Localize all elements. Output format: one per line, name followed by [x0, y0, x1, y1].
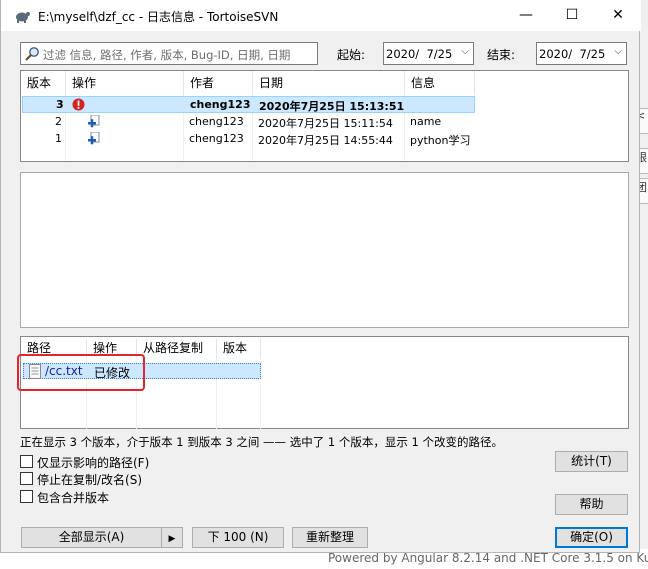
- from-date-label: 起始:: [337, 48, 366, 62]
- revision-list[interactable]: 版本 操作 作者 日期 信息 3 cheng123 2020年7月25日 15:…: [20, 70, 629, 162]
- revision-author: cheng123: [190, 98, 251, 111]
- column-header-message[interactable]: 信息: [405, 71, 475, 95]
- window-title: E:\myself\dzf_cc - 日志信息 - TortoiseSVN: [38, 10, 279, 24]
- background-footer-text: Powered by Angular 8.2.14 and .NET Core …: [328, 551, 648, 565]
- show-affected-paths-label[interactable]: 仅显示影响的路径(F): [37, 454, 149, 471]
- search-placeholder: 过滤 信息, 路径, 作者, 版本, Bug-ID, 日期, 日期: [43, 48, 291, 62]
- from-date-value: 2020/ 7/25: [386, 47, 453, 61]
- revision-number: 2: [55, 115, 62, 128]
- show-affected-paths-checkbox[interactable]: [20, 455, 33, 468]
- revision-number: 3: [56, 98, 64, 111]
- revision-number: 1: [55, 132, 62, 145]
- from-date-picker[interactable]: 2020/ 7/25 ⌵: [383, 42, 474, 65]
- revision-row[interactable]: 2 cheng123 2020年7月25日 15:11:54 name: [22, 114, 475, 131]
- conflict-warning-icon: [72, 98, 85, 111]
- to-date-value: 2020/ 7/25: [539, 47, 606, 61]
- stop-on-copy-label[interactable]: 停止在复制/改名(S): [37, 471, 142, 488]
- revision-row[interactable]: 3 cheng123 2020年7月25日 15:13:51: [22, 96, 475, 113]
- column-header-revision[interactable]: 版本: [21, 71, 66, 95]
- minimize-button[interactable]: —: [503, 0, 549, 31]
- include-merged-checkbox[interactable]: [20, 490, 33, 503]
- next-100-button[interactable]: 下 100 (N): [192, 527, 284, 548]
- to-date-label: 结束:: [487, 48, 516, 62]
- highlight-annotation: [17, 354, 145, 391]
- show-all-dropdown-button[interactable]: ▶: [161, 527, 183, 548]
- search-filter-input[interactable]: 过滤 信息, 路径, 作者, 版本, Bug-ID, 日期, 日期: [20, 42, 318, 65]
- tortoisesvn-icon: [16, 12, 30, 23]
- help-button[interactable]: 帮助: [555, 494, 628, 515]
- revision-message: name: [410, 115, 442, 128]
- column-header-date[interactable]: 日期: [253, 71, 405, 95]
- column-header-author[interactable]: 作者: [184, 71, 253, 95]
- ok-button[interactable]: 确定(O): [555, 527, 628, 548]
- column-header-copy-from[interactable]: 从路径复制: [137, 339, 217, 357]
- include-merged-label[interactable]: 包含合并版本: [37, 489, 109, 506]
- chevron-down-icon[interactable]: ⌵: [461, 46, 469, 57]
- show-all-button[interactable]: 全部显示(A): [21, 527, 162, 548]
- revision-author: cheng123: [189, 132, 244, 145]
- stop-on-copy-checkbox[interactable]: [20, 472, 33, 485]
- chevron-down-icon[interactable]: ⌵: [614, 46, 622, 57]
- revision-date: 2020年7月25日 14:55:44: [258, 134, 393, 147]
- to-date-picker[interactable]: 2020/ 7/25 ⌵: [536, 42, 627, 65]
- chevron-right-icon: ▶: [168, 534, 176, 544]
- log-dialog: E:\myself\dzf_cc - 日志信息 - TortoiseSVN — …: [0, 0, 641, 553]
- revision-row[interactable]: 1 cheng123 2020年7月25日 14:55:44 python学习: [22, 131, 475, 148]
- revision-message: python学习: [410, 134, 471, 147]
- revision-date: 2020年7月25日 15:13:51: [259, 100, 405, 113]
- statistics-button[interactable]: 统计(T): [555, 451, 628, 472]
- column-header-path-revision[interactable]: 版本: [217, 339, 261, 357]
- revision-date: 2020年7月25日 15:11:54: [258, 117, 393, 130]
- maximize-button[interactable]: ☐: [549, 0, 595, 31]
- column-header-action[interactable]: 操作: [66, 71, 184, 95]
- refresh-button[interactable]: 重新整理: [292, 527, 368, 548]
- log-message-textarea[interactable]: [20, 172, 629, 328]
- close-button[interactable]: ✕: [595, 0, 641, 31]
- revision-author: cheng123: [189, 115, 244, 128]
- status-text: 正在显示 3 个版本，介于版本 1 到版本 3 之间 —— 选中了 1 个版本，…: [20, 435, 503, 449]
- added-file-icon: [88, 132, 100, 145]
- modified-file-icon: [88, 115, 100, 128]
- search-icon[interactable]: [24, 46, 40, 62]
- title-bar[interactable]: E:\myself\dzf_cc - 日志信息 - TortoiseSVN — …: [1, 0, 641, 31]
